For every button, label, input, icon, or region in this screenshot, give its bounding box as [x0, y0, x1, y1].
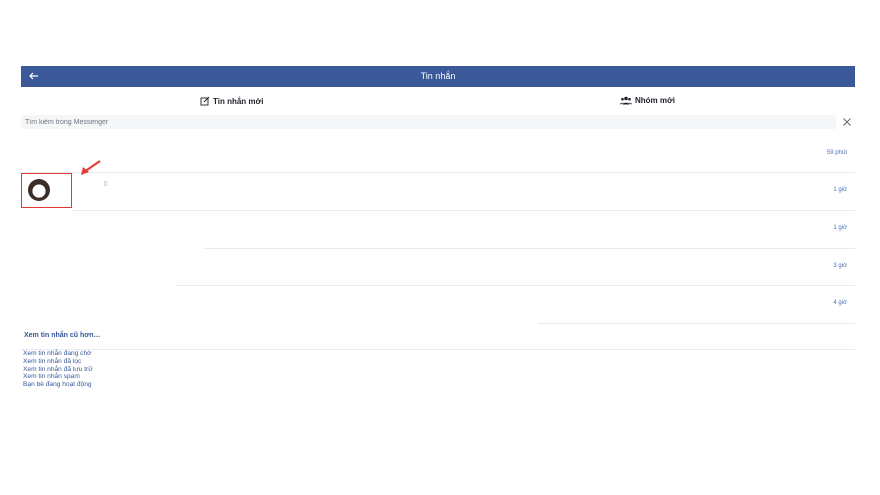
attachment-icon: ▯ [104, 181, 108, 187]
conversation-row[interactable]: 59 phút [21, 140, 855, 172]
new-group-button[interactable]: Nhóm mới [620, 96, 675, 105]
new-group-label: Nhóm mới [635, 96, 675, 105]
conversation-time: 1 giờ [833, 225, 847, 231]
divider [21, 349, 855, 350]
conversation-time: 1 giờ [833, 187, 847, 193]
conversation-row[interactable]: 1 giờ [21, 173, 855, 210]
see-older-messages-link[interactable]: Xem tin nhắn cũ hơn… [24, 332, 101, 339]
close-icon [843, 118, 851, 126]
compose-icon [200, 96, 210, 106]
filtered-messages-link[interactable]: Xem tin nhắn đã lọc [23, 358, 93, 366]
page-title: Tin nhắn [420, 71, 456, 81]
conversation-time: 59 phút [826, 150, 847, 156]
search-input[interactable] [21, 115, 836, 129]
search-box [21, 115, 836, 129]
pending-messages-link[interactable]: Xem tin nhắn đang chờ [23, 350, 93, 358]
group-icon [620, 96, 632, 105]
spam-messages-link[interactable]: Xem tin nhắn spam [23, 373, 93, 381]
footer-links: Xem tin nhắn đang chờ Xem tin nhắn đã lọ… [23, 350, 93, 389]
conversation-time: 3 giờ [833, 263, 847, 269]
new-message-button[interactable]: Tin nhắn mới [200, 96, 263, 106]
header-bar: Tin nhắn [21, 66, 855, 87]
avatar[interactable] [28, 179, 50, 201]
annotation-arrow-icon [81, 160, 101, 175]
conversation-row[interactable]: 4 giờ [21, 286, 855, 323]
new-message-label: Tin nhắn mới [213, 96, 264, 106]
conversation-row[interactable]: 1 giờ [21, 211, 855, 248]
divider [538, 323, 855, 324]
conversation-time: 4 giờ [833, 300, 847, 306]
active-friends-link[interactable]: Bạn bè đang hoạt động [23, 381, 93, 389]
conversation-row[interactable]: 3 giờ [21, 249, 855, 285]
clear-search-button[interactable] [840, 115, 854, 129]
